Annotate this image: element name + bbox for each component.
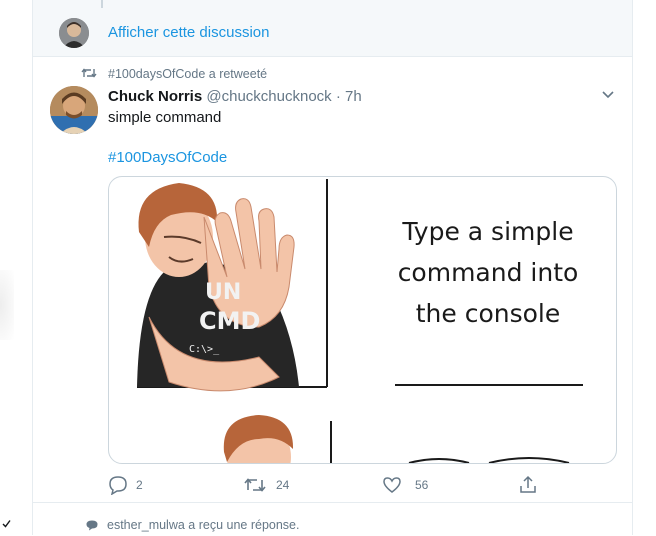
retweet-count: 24 <box>276 478 290 492</box>
author-avatar[interactable] <box>50 86 98 134</box>
reply-icon <box>109 476 127 495</box>
tweet-text: simple command <box>108 109 222 126</box>
retweet-context-text[interactable]: #100daysOfCode a retweeté <box>108 67 267 81</box>
tweet-actions: 2 24 56 <box>108 474 538 496</box>
author-handle[interactable]: @chuckchucknock <box>206 88 331 105</box>
page-edge-shadow <box>0 270 14 340</box>
retweet-icon <box>244 478 266 492</box>
check-icon <box>2 520 11 528</box>
reply-count: 2 <box>136 478 143 492</box>
meme-caption-line2: command into <box>397 258 579 287</box>
like-count: 56 <box>415 478 429 492</box>
share-icon <box>520 475 536 493</box>
reply-notice-text[interactable]: esther_mulwa a reçu une réponse. <box>107 518 299 532</box>
shirt-text-line3: C:\>_ <box>189 344 220 355</box>
header-separator: · <box>335 88 341 105</box>
meme-caption-line1: Type a simple <box>402 217 574 246</box>
show-thread-link[interactable]: Afficher cette discussion <box>108 24 269 41</box>
shirt-text-line1: UN <box>205 280 241 305</box>
author-display-name[interactable]: Chuck Norris <box>108 88 202 105</box>
tweet-timestamp[interactable]: 7h <box>345 88 362 105</box>
shirt-text-line2: CMD <box>199 307 260 335</box>
tweet-hashtag[interactable]: #100DaysOfCode <box>108 149 227 166</box>
like-icon <box>383 477 401 493</box>
speech-bubble-icon <box>86 520 98 531</box>
show-thread-bar[interactable]: Afficher cette discussion <box>33 0 632 57</box>
tweet-media[interactable]: UN CMD C:\>_ Type a simple command into … <box>108 176 617 464</box>
thread-connector <box>101 0 103 8</box>
timeline: Afficher cette discussion #100daysOfCode… <box>32 0 633 535</box>
thread-avatar[interactable] <box>59 18 89 48</box>
meme-caption-line3: the console <box>415 299 561 328</box>
tweet-header: Chuck Norris @chuckchucknock · 7h <box>108 88 362 105</box>
reply-notice-row[interactable]: esther_mulwa a reçu une réponse. <box>33 502 632 536</box>
retweet-icon <box>81 68 97 78</box>
caret-down-icon[interactable] <box>601 88 615 100</box>
